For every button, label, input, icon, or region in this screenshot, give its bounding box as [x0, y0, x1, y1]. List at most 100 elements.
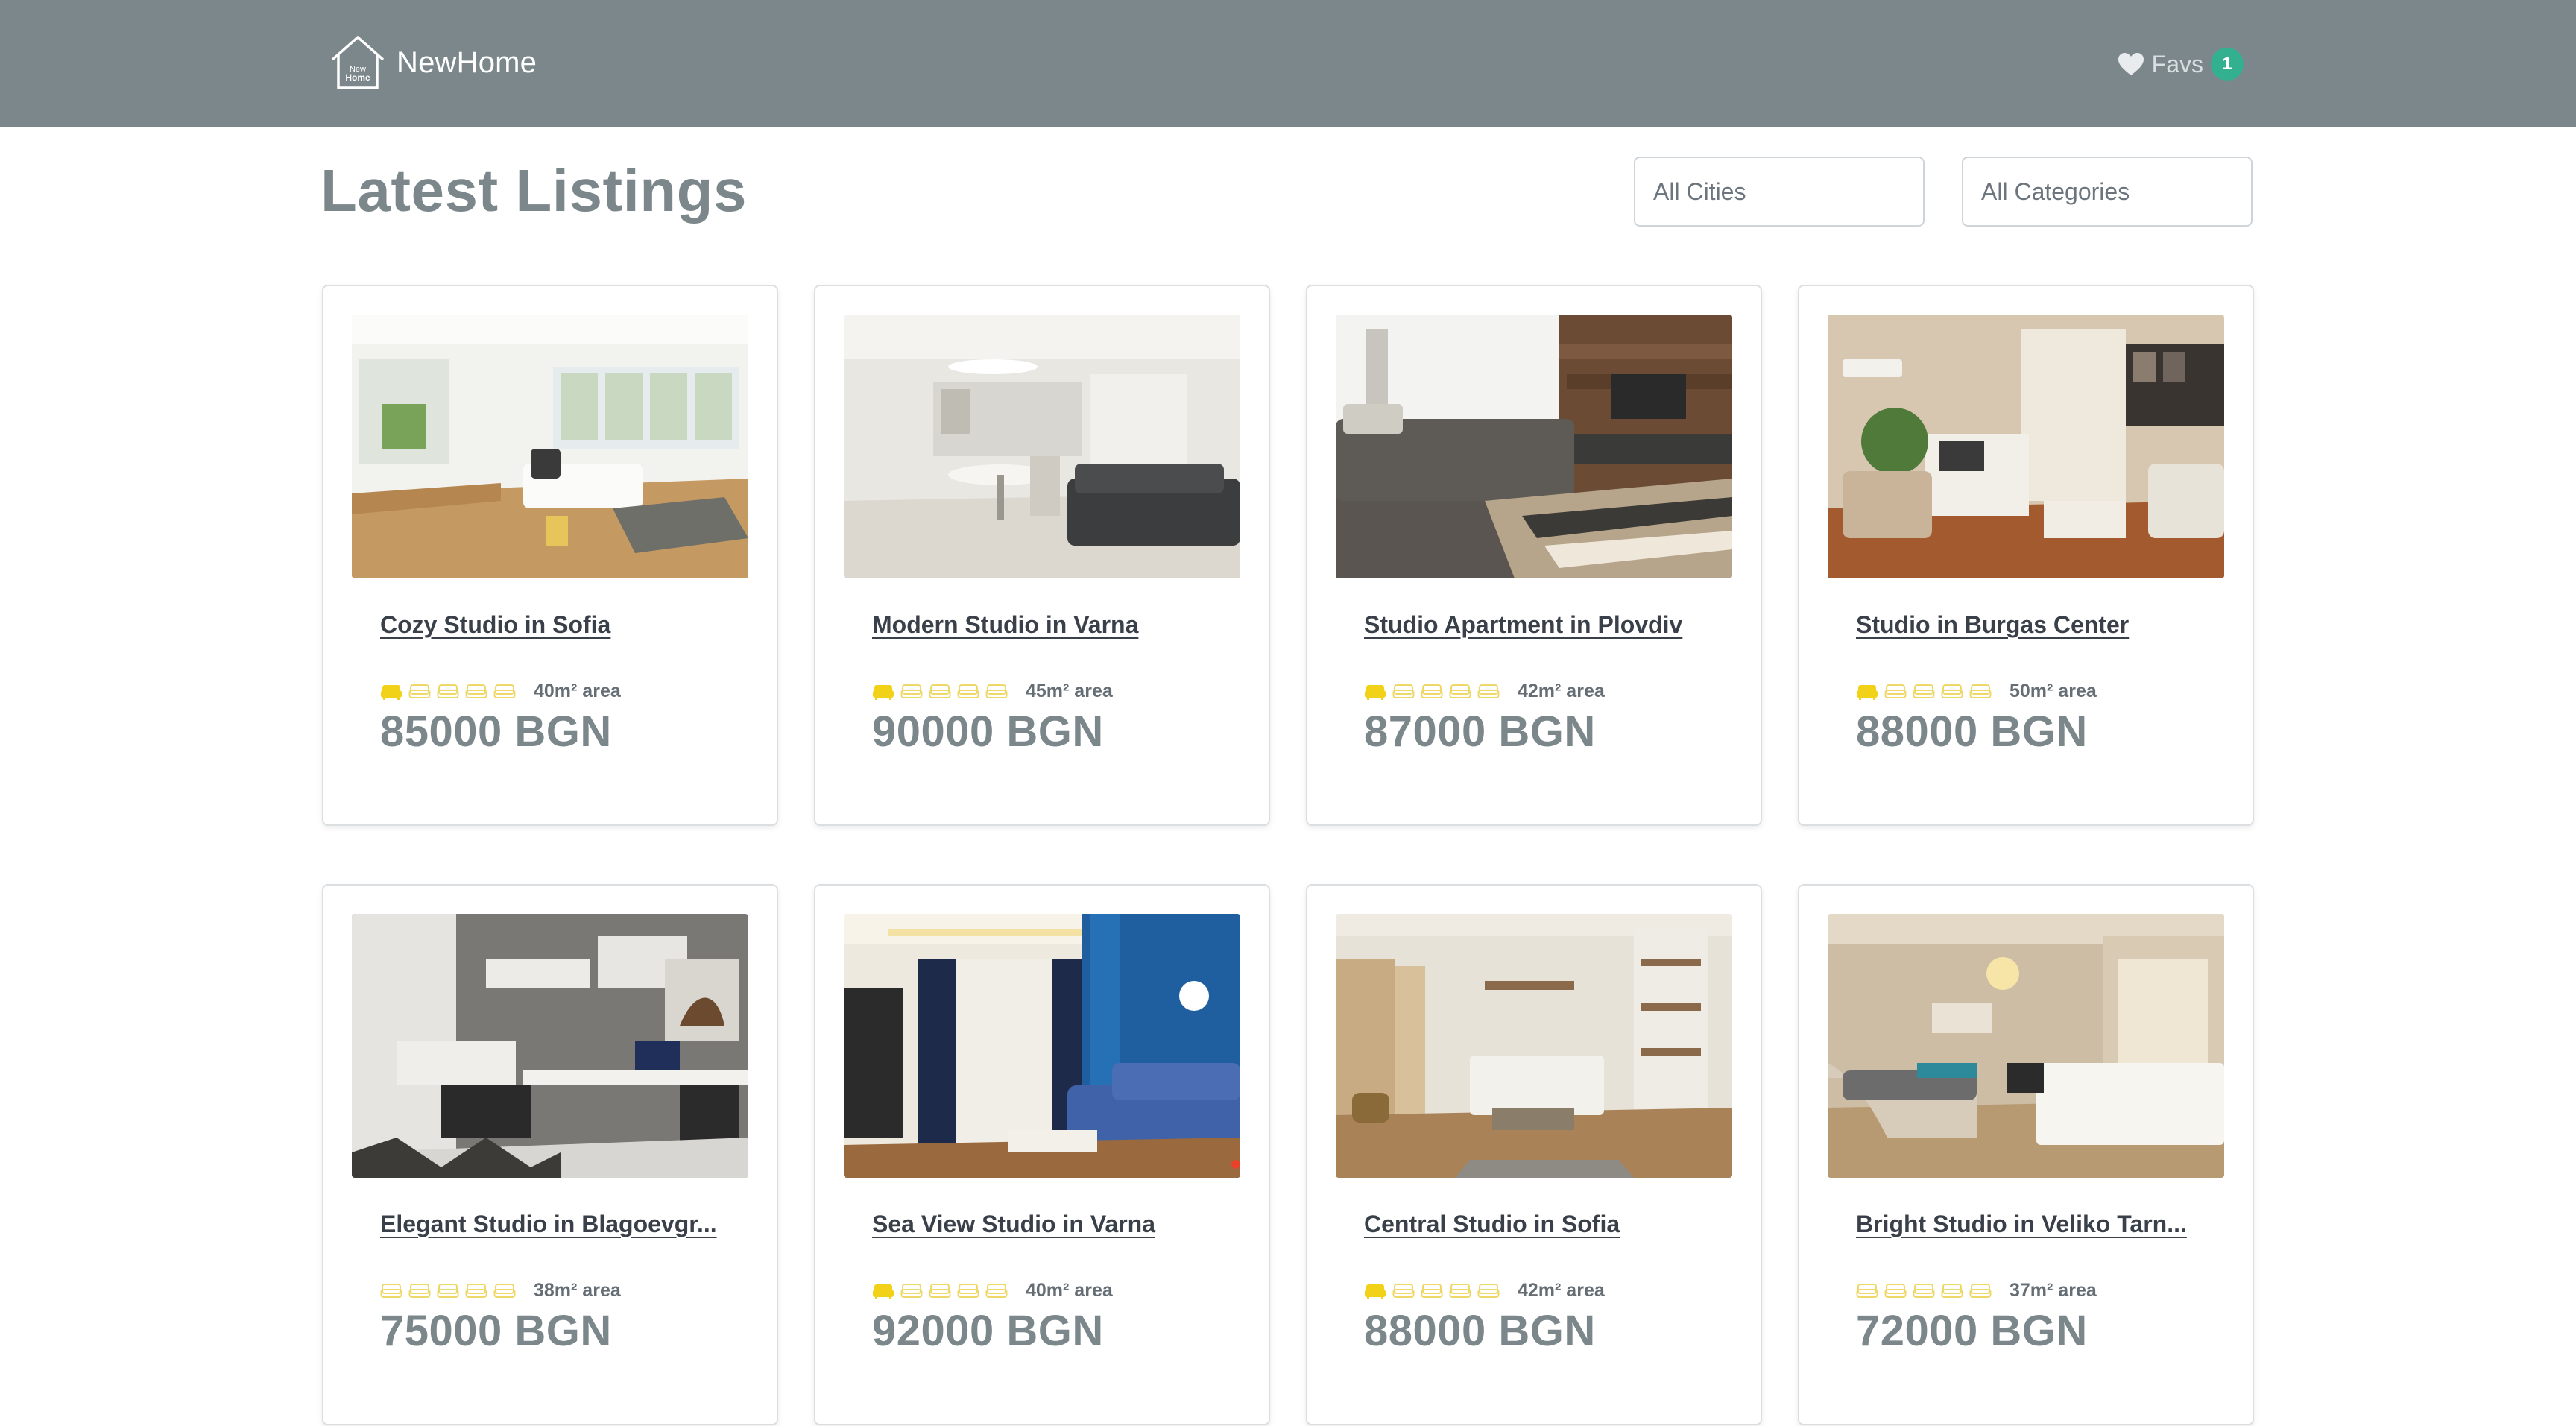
- sofa-outline-icon: [408, 684, 431, 698]
- sofa-outline-icon: [929, 1283, 951, 1298]
- city-filter-select[interactable]: All Cities: [1634, 157, 1925, 227]
- listing-card[interactable]: Cozy Studio in Sofia 40m² area 85000 BGN: [322, 285, 778, 826]
- rating-icons: [872, 683, 1008, 701]
- listing-meta: 42m² area: [1364, 1280, 1732, 1302]
- sofa-outline-icon: [1477, 1283, 1500, 1298]
- sofa-outline-icon: [1421, 1283, 1443, 1298]
- sofa-outline-icon: [1913, 1283, 1935, 1298]
- sofa-outline-icon: [380, 1283, 402, 1298]
- sofa-outline-icon: [900, 684, 923, 698]
- listing-title-link[interactable]: Elegant Studio in Blagoevgr...: [380, 1211, 723, 1238]
- sofa-outline-icon: [957, 1283, 979, 1298]
- rating-icons: [380, 683, 516, 701]
- listing-title-link[interactable]: Cozy Studio in Sofia: [380, 611, 723, 639]
- listing-price: 87000 BGN: [1364, 707, 1596, 756]
- favs-label: Favs: [2151, 50, 2203, 78]
- rating-icons: [872, 1282, 1008, 1300]
- listing-card[interactable]: Elegant Studio in Blagoevgr... 38m² area…: [322, 884, 778, 1425]
- sofa-outline-icon: [985, 684, 1008, 698]
- listing-card[interactable]: Sea View Studio in Varna 40m² area 92000…: [814, 884, 1270, 1425]
- listing-price: 85000 BGN: [380, 707, 612, 756]
- listing-card[interactable]: Bright Studio in Veliko Tarn... 37m² are…: [1798, 884, 2254, 1425]
- page-title: Latest Listings: [321, 157, 748, 224]
- navbar: New Home NewHome Favs 1: [0, 0, 2576, 127]
- listing-area: 37m² area: [2010, 1280, 2097, 1301]
- favs-link[interactable]: Favs 1: [2118, 48, 2244, 81]
- listing-title-link[interactable]: Studio Apartment in Plovdiv: [1364, 611, 1707, 639]
- listing-meta: 37m² area: [1856, 1280, 2224, 1302]
- listing-photo[interactable]: [1828, 315, 2224, 578]
- listing-area: 50m² area: [2010, 681, 2097, 701]
- listing-photo[interactable]: [352, 914, 748, 1178]
- sofa-outline-icon: [437, 684, 459, 698]
- listing-price: 75000 BGN: [380, 1307, 612, 1355]
- sofa-outline-icon: [1392, 684, 1415, 698]
- sofa-outline-icon: [493, 1283, 516, 1298]
- favs-count-badge: 1: [2211, 48, 2244, 81]
- listing-price: 90000 BGN: [872, 707, 1104, 756]
- listings-grid: Cozy Studio in Sofia 40m² area 85000 BGN: [322, 285, 2254, 1425]
- listing-meta: 45m² area: [872, 681, 1240, 702]
- listing-meta: 50m² area: [1856, 681, 2224, 702]
- sofa-outline-icon: [1392, 1283, 1415, 1298]
- listing-title-link[interactable]: Sea View Studio in Varna: [872, 1211, 1215, 1238]
- listing-photo[interactable]: [844, 315, 1240, 578]
- sofa-outline-icon: [437, 1283, 459, 1298]
- listing-title-link[interactable]: Modern Studio in Varna: [872, 611, 1215, 639]
- sofa-outline-icon: [1941, 1283, 1963, 1298]
- sofa-outline-icon: [900, 1283, 923, 1298]
- listing-area: 40m² area: [1026, 1280, 1113, 1301]
- sofa-filled-icon: [381, 684, 402, 700]
- sofa-filled-icon: [1365, 684, 1386, 700]
- listing-card[interactable]: Studio Apartment in Plovdiv 42m² area 87…: [1306, 285, 1762, 826]
- sofa-outline-icon: [1913, 684, 1935, 698]
- listing-meta: 40m² area: [380, 681, 748, 702]
- category-filter-select[interactable]: All Categories: [1962, 157, 2253, 227]
- listing-photo[interactable]: [352, 315, 748, 578]
- listing-area: 40m² area: [534, 681, 621, 701]
- listing-title-link[interactable]: Central Studio in Sofia: [1364, 1211, 1707, 1238]
- sofa-filled-icon: [1365, 1284, 1386, 1299]
- listing-photo[interactable]: [1828, 914, 2224, 1178]
- sofa-filled-icon: [873, 684, 894, 700]
- listing-area: 42m² area: [1518, 1280, 1605, 1301]
- brand-name: NewHome: [397, 45, 537, 79]
- sofa-outline-icon: [1856, 1283, 1878, 1298]
- sofa-outline-icon: [1449, 1283, 1471, 1298]
- listing-card[interactable]: Central Studio in Sofia 42m² area 88000 …: [1306, 884, 1762, 1425]
- sofa-outline-icon: [408, 1283, 431, 1298]
- rating-icons: [380, 1282, 516, 1300]
- heart-icon: [2118, 53, 2144, 75]
- sofa-outline-icon: [1884, 684, 1907, 698]
- house-logo-icon: New Home: [331, 36, 385, 89]
- sofa-filled-icon: [1857, 684, 1878, 700]
- listing-photo[interactable]: [844, 914, 1240, 1178]
- sofa-outline-icon: [957, 684, 979, 698]
- sofa-outline-icon: [1477, 684, 1500, 698]
- sofa-filled-icon: [873, 1284, 894, 1299]
- rating-icons: [1364, 1282, 1500, 1300]
- brand-link[interactable]: New Home NewHome: [328, 33, 537, 92]
- listing-card[interactable]: Studio in Burgas Center 50m² area 88000 …: [1798, 285, 2254, 826]
- sofa-outline-icon: [1941, 684, 1963, 698]
- rating-icons: [1856, 683, 1992, 701]
- sofa-outline-icon: [493, 684, 516, 698]
- sofa-outline-icon: [1449, 684, 1471, 698]
- listing-title-link[interactable]: Studio in Burgas Center: [1856, 611, 2199, 639]
- listing-title-link[interactable]: Bright Studio in Veliko Tarn...: [1856, 1211, 2199, 1238]
- sofa-outline-icon: [1969, 1283, 1992, 1298]
- listing-photo[interactable]: [1336, 315, 1732, 578]
- listing-meta: 40m² area: [872, 1280, 1240, 1302]
- listing-card[interactable]: Modern Studio in Varna 45m² area 90000 B…: [814, 285, 1270, 826]
- sofa-outline-icon: [929, 684, 951, 698]
- listing-area: 45m² area: [1026, 681, 1113, 701]
- logo-text-bottom: Home: [345, 72, 370, 83]
- listing-meta: 42m² area: [1364, 681, 1732, 702]
- sofa-outline-icon: [465, 1283, 487, 1298]
- rating-icons: [1364, 683, 1500, 701]
- listing-price: 88000 BGN: [1364, 1307, 1596, 1355]
- sofa-outline-icon: [1421, 684, 1443, 698]
- sofa-outline-icon: [465, 684, 487, 698]
- sofa-outline-icon: [985, 1283, 1008, 1298]
- listing-photo[interactable]: [1336, 914, 1732, 1178]
